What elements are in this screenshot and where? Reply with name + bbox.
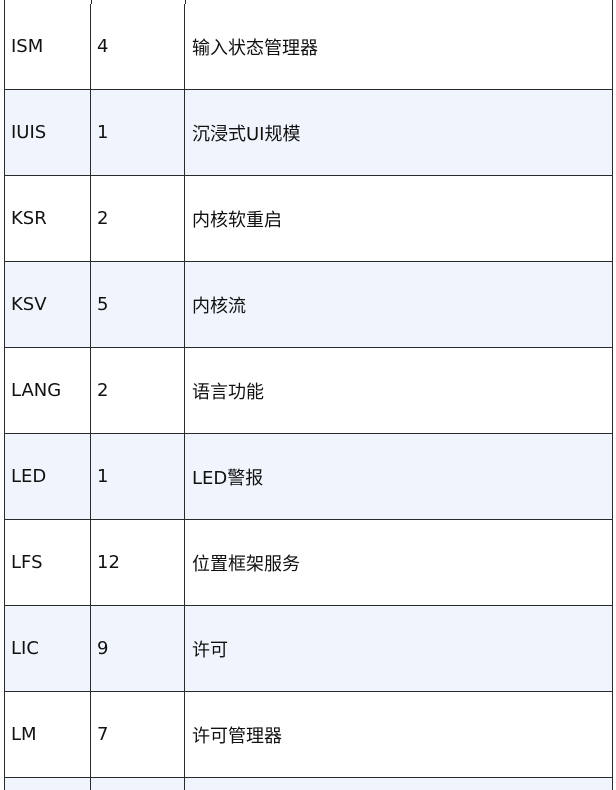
table-row: IUIS 1 沉浸式UI规模 — [5, 90, 612, 176]
table-row: LM 7 许可管理器 — [5, 692, 612, 778]
table-row: KSV 5 内核流 — [5, 262, 612, 348]
table-row: LED 1 LED警报 — [5, 434, 612, 520]
module-code-cell: IUIS — [5, 90, 91, 175]
module-code-cell: LFS — [5, 520, 91, 605]
module-code-cell: LANG — [5, 348, 91, 433]
module-name-cell: 位置框架服务 — [192, 553, 300, 575]
table-row: LANG 2 语言功能 — [5, 348, 612, 434]
module-code-cell: LM — [5, 692, 91, 777]
module-count-cell: 2 — [91, 176, 185, 261]
table-row: KSR 2 内核软重启 — [5, 176, 612, 262]
module-count-cell: 1 — [91, 434, 185, 519]
module-code-cell: LIC — [5, 606, 91, 691]
module-count-cell: 2 — [91, 348, 185, 433]
module-count-cell: 9 — [91, 606, 185, 691]
table-row: LFS 12 位置框架服务 — [5, 520, 612, 606]
module-name-cell: LED警报 — [192, 467, 264, 489]
module-name-cell: 语言功能 — [192, 381, 264, 403]
module-name-cell: 许可管理器 — [192, 725, 282, 747]
table-row: LIC 9 许可 — [5, 606, 612, 692]
module-table: ISM 4 输入状态管理器 IUIS 1 沉浸式UI规模 KSR 2 内核软重启… — [4, 4, 613, 790]
module-code-cell: LED — [5, 434, 91, 519]
module-code-cell: KSR — [5, 176, 91, 261]
module-name-cell: 输入状态管理器 — [192, 37, 318, 59]
module-code-cell: KSV — [5, 262, 91, 347]
module-count-cell: 12 — [91, 520, 185, 605]
module-name-cell: 内核软重启 — [192, 209, 282, 231]
module-count-cell: 4 — [91, 4, 185, 89]
module-name-cell: 沉浸式UI规模 — [192, 123, 301, 145]
table-row: ISM 4 输入状态管理器 — [5, 4, 612, 90]
module-count-cell: 7 — [91, 692, 185, 777]
module-count-cell: 5 — [91, 262, 185, 347]
module-count-cell: 1 — [91, 90, 185, 175]
module-code-cell: ISM — [5, 4, 91, 89]
module-name-cell: 内核流 — [192, 295, 246, 317]
module-name-cell: 许可 — [192, 639, 228, 661]
